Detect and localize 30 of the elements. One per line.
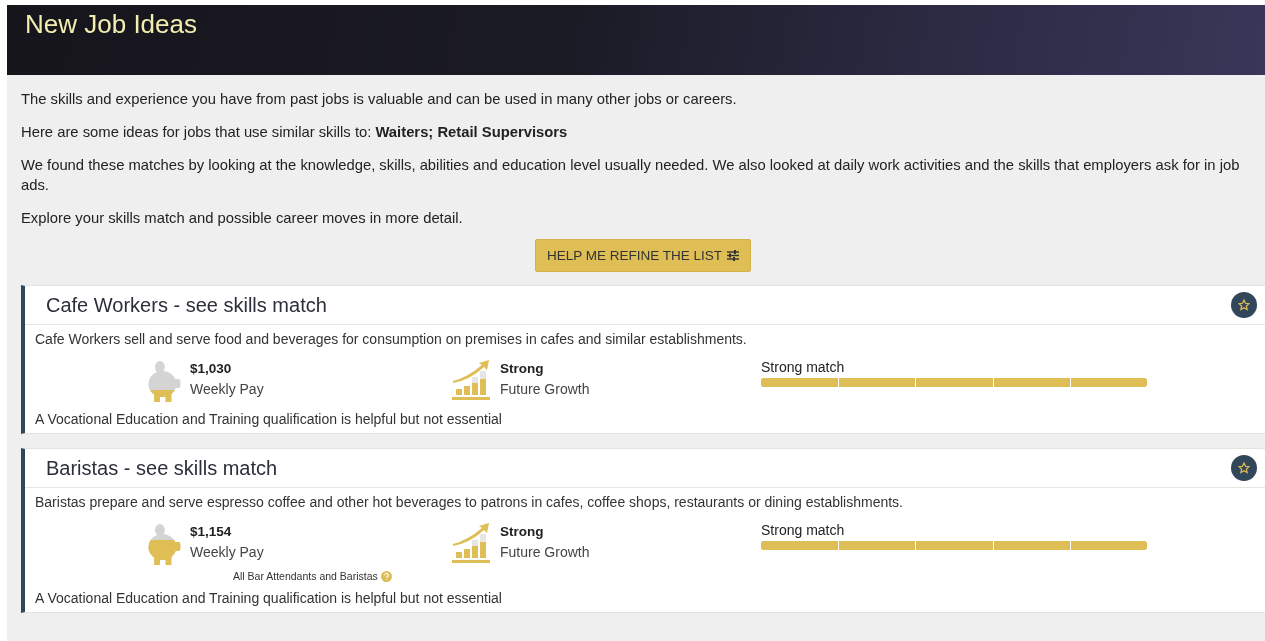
- favourite-star-button[interactable]: [1231, 292, 1257, 318]
- weekly-pay-value: $1,154: [190, 523, 233, 541]
- growth-label: Future Growth: [500, 380, 590, 399]
- growth-value: Strong: [500, 360, 545, 378]
- job-description: Cafe Workers sell and serve food and beverages for consumption on premises in cafes and similar establishments.: [35, 331, 748, 347]
- qualification-text: A Vocational Education and Training qualification is helpful but not essential: [35, 590, 503, 606]
- growth-chart-icon: [450, 359, 492, 401]
- match-label: Strong match: [761, 522, 846, 538]
- job-title-link[interactable]: Baristas - see skills match: [46, 456, 278, 480]
- match-label: Strong match: [761, 359, 846, 375]
- pay-note: All Bar Attendants and Baristas: [233, 570, 378, 582]
- job-description: Baristas prepare and serve espresso coffee and other hot beverages to patrons in cafes, coffee shops, restaurants or dining establishments.: [35, 494, 904, 510]
- favourite-star-button[interactable]: [1231, 455, 1257, 481]
- qualification-text: A Vocational Education and Training qualification is helpful but not essential: [35, 411, 503, 427]
- job-title-link[interactable]: Cafe Workers - see skills match: [46, 293, 327, 317]
- star-icon: [1238, 299, 1250, 311]
- weekly-pay-label: Weekly Pay: [190, 380, 264, 399]
- weekly-pay-value: $1,030: [190, 360, 233, 378]
- refine-list-button[interactable]: HELP ME REFINE THE LIST: [534, 239, 751, 272]
- intro-text: The skills and experience you have from past jobs is valuable and can be used in many other jobs or careers.: [21, 90, 738, 109]
- sliders-icon: [727, 250, 739, 261]
- weekly-pay-label: Weekly Pay: [190, 543, 264, 562]
- intro-text: Explore your skills match and possible career moves in more detail.: [21, 209, 464, 228]
- intro-text: Here are some ideas for jobs that use similar skills to: Waiters; Retail Supervisors: [21, 123, 569, 142]
- star-icon: [1238, 462, 1250, 474]
- growth-chart-icon: [450, 522, 492, 564]
- growth-value: Strong: [500, 523, 545, 541]
- intro-text: We found these matches by looking at the knowledge, skills, abilities and education level usually needed. We also looked at daily work activities and the skills that employers ask for in job ads.: [21, 156, 1241, 195]
- growth-label: Future Growth: [500, 543, 590, 562]
- page-title: New Job Ideas: [25, 9, 197, 40]
